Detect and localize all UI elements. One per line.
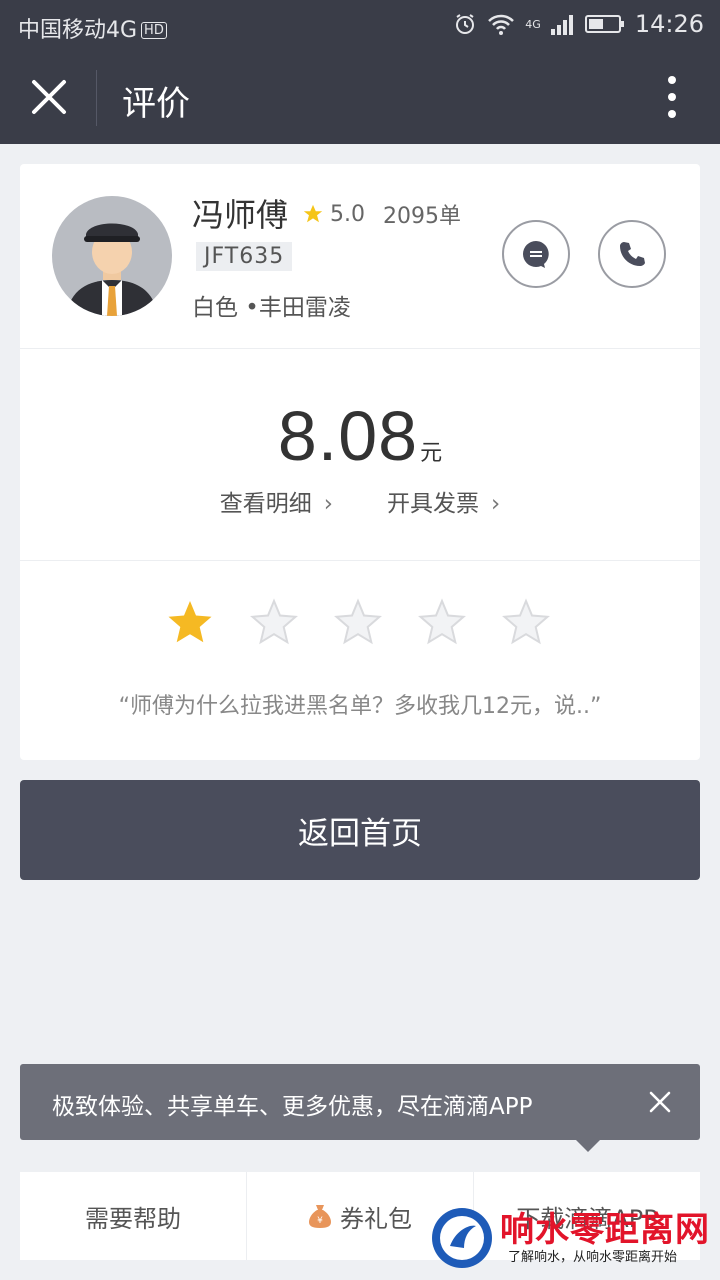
rating-value: 5.0 (330, 201, 365, 227)
driver-avatar-image (52, 196, 172, 316)
status-icons: 4G 14:26 (453, 10, 704, 38)
chevron-right-icon: › (323, 491, 333, 517)
order-count: 2095单 (383, 204, 461, 229)
watermark-title: 响水零距离网 (500, 1210, 710, 1250)
call-button[interactable] (598, 220, 666, 288)
title-divider (96, 70, 97, 126)
rating-star-icon (303, 204, 323, 223)
message-button[interactable] (502, 220, 570, 288)
hd-badge: HD (141, 22, 167, 39)
signal-icon (550, 15, 573, 35)
fare-unit: 元 (420, 441, 443, 466)
watermark-subtitle: 了解响水，从响水零距离开始 (508, 1250, 678, 1265)
view-details-link[interactable]: 查看明细 › (220, 484, 333, 518)
carrier-text: 中国移动4G (18, 18, 138, 43)
help-label: 需要帮助 (85, 1204, 181, 1233)
driver-rating: 5.0 2095单 (302, 198, 461, 230)
site-watermark: 响水零距离网 了解响水，从响水零距离开始 (430, 1200, 720, 1280)
close-icon[interactable] (28, 76, 70, 118)
close-promo-icon[interactable] (648, 1090, 672, 1114)
driver-name: 冯师傅 (192, 196, 289, 234)
fare-value: 8.08 (277, 397, 419, 475)
review-comment: “师傅为什么拉我进黑名单？多收我几12元，说..” (118, 694, 602, 719)
license-plate: JFT635 (196, 242, 293, 271)
driver-avatar (52, 196, 172, 316)
return-home-button[interactable]: 返回首页 (20, 780, 700, 880)
trip-card: 冯师傅 5.0 2095单 JFT635 白色 •丰田雷凌 8.08元 查看明细… (20, 164, 700, 760)
watermark-logo-icon (432, 1208, 492, 1268)
fare-amount: 8.08元 (20, 396, 700, 476)
help-button[interactable]: 需要帮助 (20, 1172, 247, 1260)
car-info: 白色 •丰田雷凌 (192, 295, 351, 321)
chevron-right-icon: › (491, 491, 501, 517)
card-divider (20, 560, 700, 561)
title-bar: 评价 (0, 50, 720, 144)
svg-text:¥: ¥ (317, 1216, 323, 1226)
promo-text: 极致体验、共享单车、更多优惠，尽在滴滴APP (52, 1094, 533, 1120)
alarm-icon (456, 14, 475, 34)
status-bar: 中国移动4G HD 4G 14:26 (0, 0, 720, 50)
money-bag-icon: ¥ (309, 1205, 331, 1228)
star-empty-icon[interactable] (418, 598, 466, 646)
carrier-label: 中国移动4G HD (18, 12, 167, 44)
battery-icon (584, 15, 624, 33)
invoice-link[interactable]: 开具发票 › (387, 484, 500, 518)
app-promo-banner[interactable]: 极致体验、共享单车、更多优惠，尽在滴滴APP (20, 1064, 700, 1152)
message-icon (523, 241, 549, 268)
clock: 14:26 (634, 10, 704, 38)
page-title: 评价 (122, 84, 190, 124)
network-type-label: 4G (525, 17, 541, 31)
promo-pointer (576, 1140, 600, 1152)
star-empty-icon[interactable] (250, 598, 298, 646)
coupon-label: 券礼包 (340, 1204, 412, 1233)
phone-icon (620, 242, 645, 266)
fare-links: 查看明细 › 开具发票 › (20, 484, 700, 518)
invoice-label: 开具发票 (387, 491, 479, 517)
card-divider (20, 348, 700, 349)
wifi-icon (488, 14, 515, 35)
view-details-label: 查看明细 (219, 491, 312, 517)
star-rating[interactable] (166, 598, 550, 646)
star-empty-icon[interactable] (334, 598, 382, 646)
star-filled-icon[interactable] (166, 598, 214, 646)
star-empty-icon[interactable] (502, 598, 550, 646)
more-options-icon[interactable] (664, 72, 680, 122)
